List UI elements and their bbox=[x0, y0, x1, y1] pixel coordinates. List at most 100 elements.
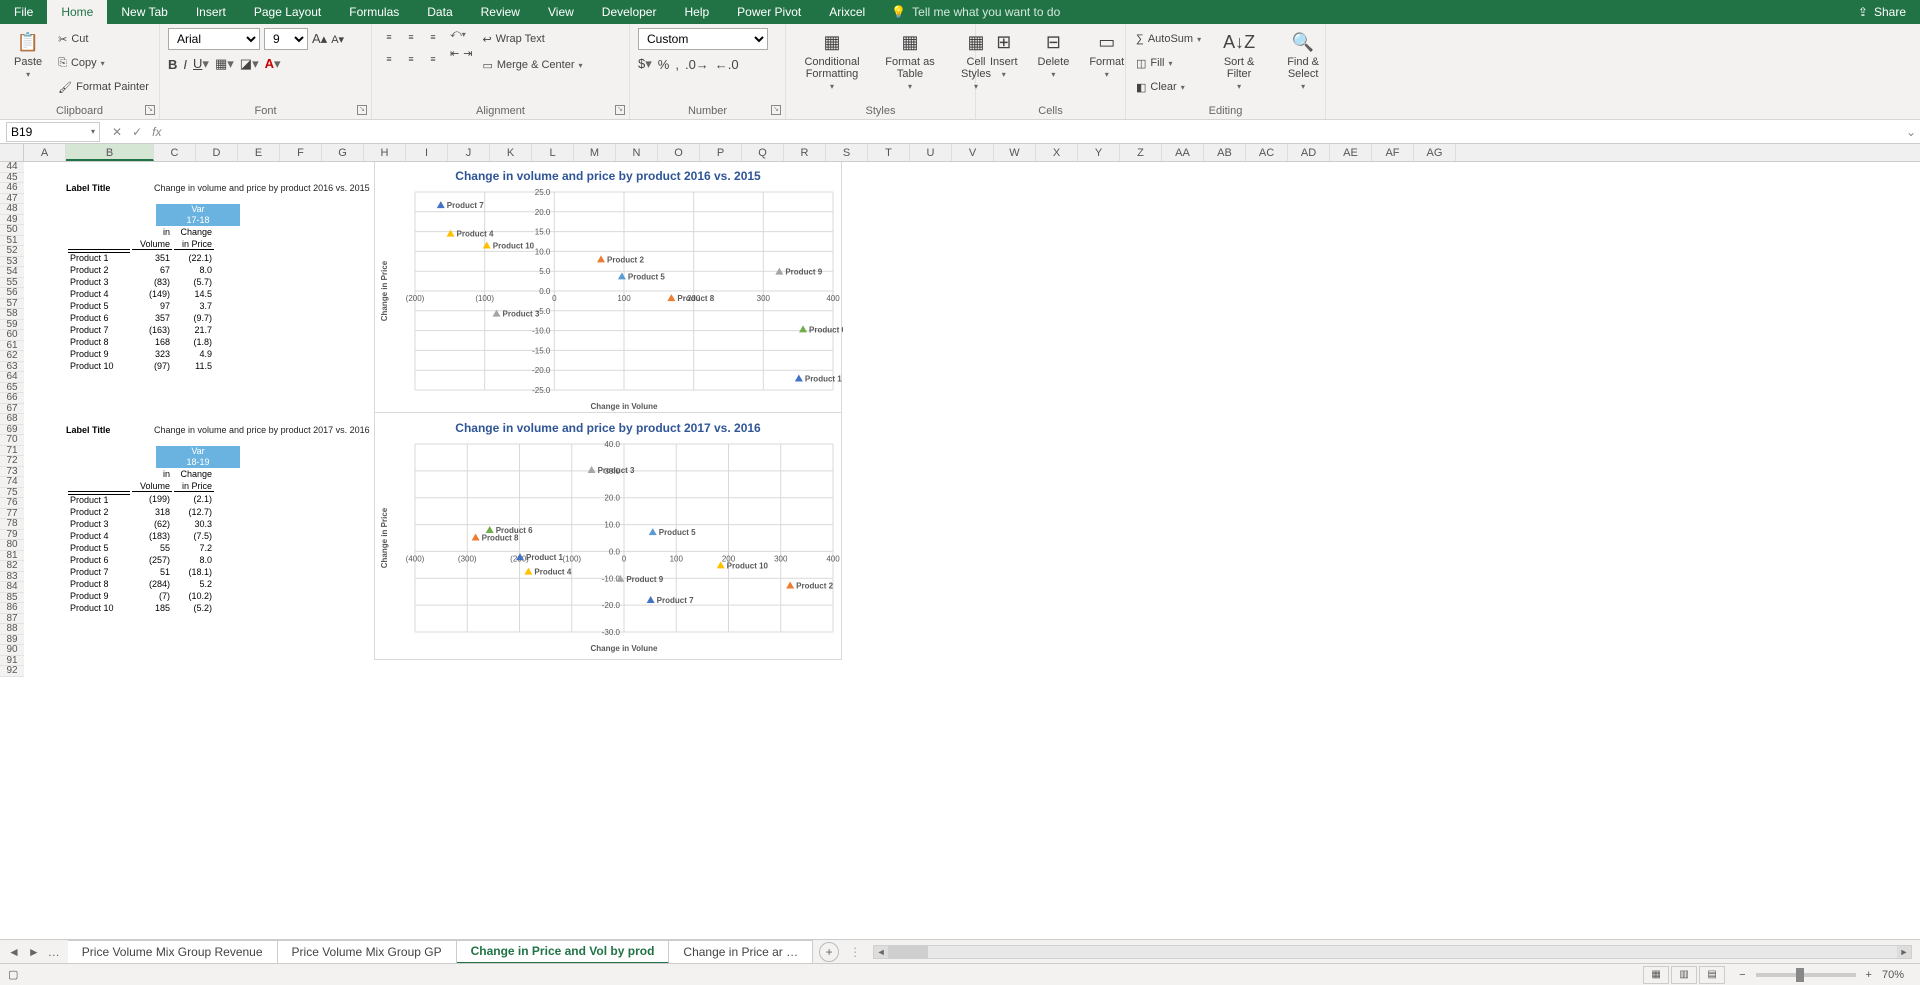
horizontal-scrollbar[interactable]: ◄ ► bbox=[873, 945, 1912, 959]
column-header[interactable]: D bbox=[196, 144, 238, 161]
scrollbar-thumb[interactable] bbox=[888, 946, 928, 958]
increase-decimal-icon[interactable]: .0→ bbox=[685, 57, 709, 72]
column-header[interactable]: AE bbox=[1330, 144, 1372, 161]
enter-formula-icon[interactable]: ✓ bbox=[132, 125, 142, 139]
dialog-launcher-icon[interactable]: ↘ bbox=[771, 105, 781, 115]
tab-page-layout[interactable]: Page Layout bbox=[240, 0, 335, 24]
column-header[interactable]: F bbox=[280, 144, 322, 161]
row-header[interactable]: 48 bbox=[0, 204, 24, 215]
fx-icon[interactable]: fx bbox=[152, 125, 161, 139]
zoom-level[interactable]: 70% bbox=[1874, 969, 1912, 981]
tab-view[interactable]: View bbox=[534, 0, 588, 24]
autosum-button[interactable]: ∑AutoSum▾ bbox=[1134, 28, 1203, 50]
column-header[interactable]: S bbox=[826, 144, 868, 161]
tab-data[interactable]: Data bbox=[413, 0, 466, 24]
tab-insert[interactable]: Insert bbox=[182, 0, 240, 24]
fill-button[interactable]: ◫Fill▾ bbox=[1134, 52, 1203, 74]
italic-button[interactable]: I bbox=[183, 57, 187, 72]
border-button[interactable]: ▦▾ bbox=[215, 56, 234, 72]
align-right-icon[interactable]: ≡ bbox=[424, 50, 442, 68]
font-size-select[interactable]: 9 bbox=[264, 28, 308, 50]
row-header[interactable]: 72 bbox=[0, 456, 24, 467]
row-header[interactable]: 60 bbox=[0, 330, 24, 341]
decrease-indent-icon[interactable]: ⇤ bbox=[450, 47, 459, 60]
column-header[interactable]: I bbox=[406, 144, 448, 161]
column-header[interactable]: N bbox=[616, 144, 658, 161]
sheet-tab[interactable]: Change in Price ar … bbox=[669, 940, 813, 964]
formula-input[interactable] bbox=[173, 122, 1902, 142]
tab-help[interactable]: Help bbox=[670, 0, 723, 24]
scatter-chart[interactable]: Change in volume and price by product 20… bbox=[374, 412, 842, 660]
zoom-out-button[interactable]: − bbox=[1739, 969, 1745, 981]
column-header[interactable]: X bbox=[1036, 144, 1078, 161]
row-header[interactable]: 84 bbox=[0, 582, 24, 593]
row-header[interactable]: 78 bbox=[0, 519, 24, 530]
decrease-font-icon[interactable]: A▾ bbox=[331, 33, 344, 46]
column-header[interactable]: W bbox=[994, 144, 1036, 161]
align-center-icon[interactable]: ≡ bbox=[402, 50, 420, 68]
dialog-launcher-icon[interactable]: ↘ bbox=[357, 105, 367, 115]
row-header[interactable]: 92 bbox=[0, 666, 24, 677]
column-header[interactable]: Y bbox=[1078, 144, 1120, 161]
fill-color-button[interactable]: ◪▾ bbox=[240, 56, 259, 72]
column-header[interactable]: Q bbox=[742, 144, 784, 161]
column-header[interactable]: O bbox=[658, 144, 700, 161]
sheet-tab[interactable]: Price Volume Mix Group GP bbox=[278, 940, 457, 964]
row-header[interactable]: 50 bbox=[0, 225, 24, 236]
page-layout-view-button[interactable]: ▥ bbox=[1671, 966, 1697, 984]
column-header[interactable]: H bbox=[364, 144, 406, 161]
row-header[interactable]: 88 bbox=[0, 624, 24, 635]
underline-button[interactable]: U▾ bbox=[193, 56, 209, 72]
column-header[interactable]: A bbox=[24, 144, 66, 161]
find-select-button[interactable]: 🔍Find & Select▾ bbox=[1275, 28, 1331, 93]
zoom-in-button[interactable]: + bbox=[1866, 969, 1872, 981]
row-header[interactable]: 56 bbox=[0, 288, 24, 299]
column-header[interactable]: AF bbox=[1372, 144, 1414, 161]
cells-delete-button[interactable]: ⊟Delete▾ bbox=[1032, 28, 1076, 81]
currency-button[interactable]: $▾ bbox=[638, 56, 652, 72]
column-header[interactable]: AC bbox=[1246, 144, 1288, 161]
tab-developer[interactable]: Developer bbox=[588, 0, 671, 24]
tab-arixcel[interactable]: Arixcel bbox=[815, 0, 879, 24]
zoom-thumb[interactable] bbox=[1796, 968, 1804, 982]
format-painter-button[interactable]: 🖌Format Painter bbox=[56, 76, 151, 98]
sheet-nav-more-icon[interactable]: … bbox=[48, 945, 60, 959]
zoom-slider[interactable] bbox=[1756, 973, 1856, 977]
format-as-table-button[interactable]: ▦Format as Table▾ bbox=[878, 28, 942, 93]
column-header[interactable]: R bbox=[784, 144, 826, 161]
sort-filter-button[interactable]: A↓ZSort & Filter▾ bbox=[1211, 28, 1267, 93]
comma-button[interactable]: , bbox=[675, 57, 679, 72]
add-sheet-button[interactable]: + bbox=[819, 942, 839, 962]
number-format-select[interactable]: Custom bbox=[638, 28, 768, 50]
percent-button[interactable]: % bbox=[658, 57, 670, 72]
row-header[interactable]: 54 bbox=[0, 267, 24, 278]
row-header[interactable]: 46 bbox=[0, 183, 24, 194]
tab-power-pivot[interactable]: Power Pivot bbox=[723, 0, 815, 24]
share-button[interactable]: ⇪Share bbox=[1844, 0, 1920, 24]
increase-font-icon[interactable]: A▴ bbox=[312, 31, 327, 47]
merge-center-button[interactable]: ▭Merge & Center▾ bbox=[480, 54, 584, 76]
page-break-view-button[interactable]: ▤ bbox=[1699, 966, 1725, 984]
orientation-button[interactable]: ⤺▾ bbox=[450, 28, 472, 41]
cancel-formula-icon[interactable]: ✕ bbox=[112, 125, 122, 139]
increase-indent-icon[interactable]: ⇥ bbox=[463, 47, 472, 60]
conditional-formatting-button[interactable]: ▦Conditional Formatting▾ bbox=[794, 28, 870, 93]
tab-review[interactable]: Review bbox=[467, 0, 534, 24]
scatter-chart[interactable]: Change in volume and price by product 20… bbox=[374, 162, 842, 418]
row-header[interactable]: 68 bbox=[0, 414, 24, 425]
row-header[interactable]: 70 bbox=[0, 435, 24, 446]
column-header[interactable]: AB bbox=[1204, 144, 1246, 161]
name-box[interactable]: B19▾ bbox=[6, 122, 100, 142]
row-header[interactable]: 74 bbox=[0, 477, 24, 488]
column-header[interactable]: P bbox=[700, 144, 742, 161]
tab-home[interactable]: Home bbox=[47, 0, 107, 24]
column-header[interactable]: AA bbox=[1162, 144, 1204, 161]
column-header[interactable]: V bbox=[952, 144, 994, 161]
font-name-select[interactable]: Arial bbox=[168, 28, 260, 50]
wrap-text-button[interactable]: ↩Wrap Text bbox=[480, 28, 584, 50]
sheet-nav-next-icon[interactable]: ► bbox=[28, 945, 40, 959]
tab-file[interactable]: File bbox=[0, 0, 47, 24]
sheet-nav-prev-icon[interactable]: ◄ bbox=[8, 945, 20, 959]
row-header[interactable]: 44 bbox=[0, 162, 24, 173]
cut-button[interactable]: ✂Cut bbox=[56, 28, 151, 50]
